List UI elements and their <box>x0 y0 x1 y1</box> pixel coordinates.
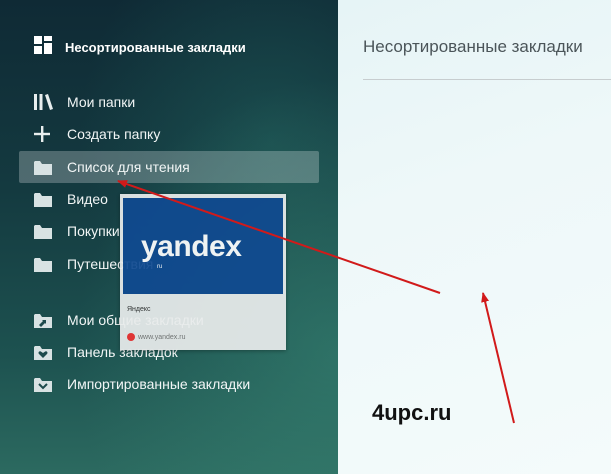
yandex-logo: yandex <box>141 230 242 263</box>
plus-icon <box>34 124 54 144</box>
heart-folder-icon <box>34 342 54 362</box>
sidebar-item-label: Создать папку <box>67 126 161 142</box>
bookmark-url: www.yandex.ru <box>138 334 186 341</box>
page-title: Несортированные закладки <box>363 37 583 56</box>
favicon-icon <box>127 333 135 341</box>
sidebar-item-label: Покупки <box>67 223 120 239</box>
title-divider <box>363 79 611 80</box>
sidebar-header-title: Несортированные закладки <box>65 39 246 55</box>
folder-icon <box>34 157 54 177</box>
watermark: 4upc.ru <box>372 400 452 425</box>
sidebar-item-label: Мои папки <box>67 94 136 110</box>
bookmark-title: Яндекс <box>127 306 151 313</box>
sidebar-item-create-folder[interactable]: Создать папку <box>19 118 319 150</box>
sidebar-item-imported-bookmarks[interactable]: Импортированные закладки <box>19 368 319 400</box>
yandex-logo-tld: ru <box>157 264 163 270</box>
shared-folder-icon <box>34 310 54 330</box>
folder-icon <box>34 189 54 209</box>
sidebar-item-label: Список для чтения <box>67 159 190 175</box>
sidebar-item-my-folders[interactable]: Мои папки <box>19 86 319 118</box>
bookmarks-grid-icon <box>34 35 52 59</box>
sidebar-item-label: Видео <box>67 191 108 207</box>
library-icon <box>34 92 54 112</box>
sidebar-item-reading-list[interactable]: Список для чтения <box>19 151 319 183</box>
folder-icon <box>34 221 54 241</box>
sidebar-item-label: Импортированные закладки <box>67 376 251 392</box>
import-folder-icon <box>34 374 54 394</box>
bookmark-thumbnail: yandex ru <box>123 198 283 294</box>
folder-icon <box>34 254 54 274</box>
dragged-bookmark-card[interactable]: yandex ru Яндекс www.yandex.ru <box>120 194 286 350</box>
sidebar-header[interactable]: Несортированные закладки <box>34 35 246 59</box>
